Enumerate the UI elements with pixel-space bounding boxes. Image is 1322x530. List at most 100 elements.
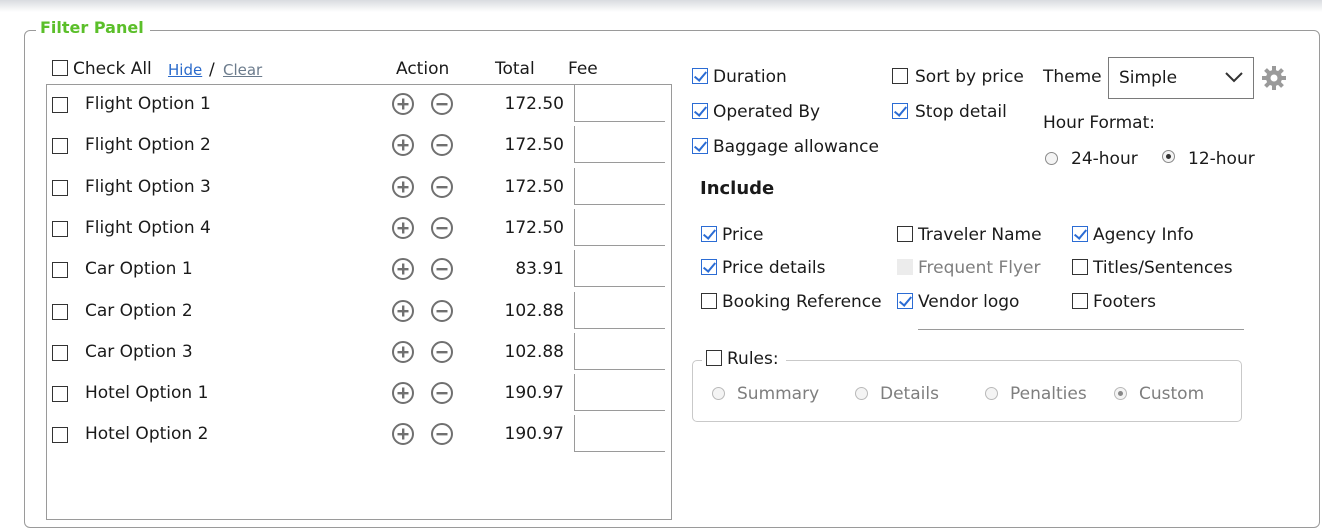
details-label: Details xyxy=(880,384,939,404)
total-value: 102.88 xyxy=(504,341,564,362)
agency-info-label: Agency Info xyxy=(1093,225,1194,245)
option-name: Hotel Option 1 xyxy=(85,383,209,404)
row-checkbox[interactable] xyxy=(52,386,68,403)
theme-select[interactable]: Simple xyxy=(1108,57,1254,99)
row-checkbox[interactable] xyxy=(52,303,68,320)
hour-12-radio[interactable] xyxy=(1162,150,1175,163)
plus-circle-icon[interactable] xyxy=(391,216,415,240)
fee-input[interactable] xyxy=(574,415,665,453)
list-item: Flight Option 2 172.50 xyxy=(47,126,671,167)
price-details-checkbox[interactable] xyxy=(701,259,717,275)
titles-sentences-checkbox[interactable] xyxy=(1072,259,1088,275)
plus-circle-icon[interactable] xyxy=(391,92,415,116)
booking-reference-checkbox[interactable] xyxy=(701,293,717,309)
stop-detail-label: Stop detail xyxy=(915,102,1007,122)
minus-circle-icon[interactable] xyxy=(430,216,454,240)
check-all-checkbox[interactable] xyxy=(52,60,68,76)
hide-link[interactable]: Hide xyxy=(168,61,202,79)
list-item: Hotel Option 2 190.97 xyxy=(47,415,671,456)
frequent-flyer-checkbox xyxy=(897,259,913,275)
minus-circle-icon[interactable] xyxy=(430,340,454,364)
minus-circle-icon[interactable] xyxy=(430,422,454,446)
titles-sentences-label: Titles/Sentences xyxy=(1093,258,1233,278)
fee-input[interactable] xyxy=(574,374,665,412)
penalties-label: Penalties xyxy=(1010,384,1087,404)
sort-by-price-label: Sort by price xyxy=(915,67,1024,87)
total-value: 190.97 xyxy=(504,424,564,445)
summary-radio[interactable] xyxy=(712,387,725,400)
total-value: 172.50 xyxy=(504,176,564,197)
minus-circle-icon[interactable] xyxy=(430,133,454,157)
clear-link[interactable]: Clear xyxy=(223,61,262,79)
traveler-name-checkbox[interactable] xyxy=(897,226,913,242)
row-checkbox[interactable] xyxy=(52,344,68,361)
custom-label: Custom xyxy=(1139,384,1205,404)
gear-icon[interactable] xyxy=(1261,65,1287,91)
penalties-radio[interactable] xyxy=(985,387,998,400)
row-checkbox[interactable] xyxy=(52,427,68,444)
duration-label: Duration xyxy=(713,67,787,87)
plus-circle-icon[interactable] xyxy=(391,340,415,364)
fee-input[interactable] xyxy=(574,250,665,288)
price-label: Price xyxy=(722,225,764,245)
row-checkbox[interactable] xyxy=(52,97,68,113)
row-checkbox[interactable] xyxy=(52,262,68,279)
row-checkbox[interactable] xyxy=(52,220,68,237)
fee-input[interactable] xyxy=(574,85,665,122)
plus-circle-icon[interactable] xyxy=(391,422,415,446)
minus-circle-icon[interactable] xyxy=(430,299,454,323)
panel-title: Filter Panel xyxy=(36,18,150,37)
total-value: 172.50 xyxy=(504,94,564,114)
baggage-checkbox[interactable] xyxy=(692,138,708,154)
window-shadow xyxy=(0,0,1322,12)
plus-circle-icon[interactable] xyxy=(391,299,415,323)
minus-circle-icon[interactable] xyxy=(430,381,454,405)
list-item: Car Option 2 102.88 xyxy=(47,291,671,333)
footers-checkbox[interactable] xyxy=(1072,293,1088,309)
list-item: Flight Option 4 172.50 xyxy=(47,208,671,250)
plus-circle-icon[interactable] xyxy=(391,133,415,157)
minus-circle-icon[interactable] xyxy=(430,175,454,199)
chevron-down-icon xyxy=(1225,72,1243,83)
fee-input[interactable] xyxy=(574,167,665,205)
operated-by-checkbox[interactable] xyxy=(692,103,708,119)
stop-detail-checkbox[interactable] xyxy=(892,103,908,119)
sort-by-price-checkbox[interactable] xyxy=(892,68,908,84)
link-separator: / xyxy=(209,60,215,80)
minus-circle-icon[interactable] xyxy=(430,92,454,116)
details-radio[interactable] xyxy=(855,387,868,400)
fee-input[interactable] xyxy=(574,208,665,246)
baggage-label: Baggage allowance xyxy=(713,137,879,157)
option-name: Flight Option 4 xyxy=(85,217,211,238)
custom-radio[interactable] xyxy=(1114,387,1127,400)
price-details-label: Price details xyxy=(722,258,826,278)
include-heading: Include xyxy=(700,178,775,199)
plus-circle-icon[interactable] xyxy=(391,381,415,405)
rules-checkbox[interactable] xyxy=(706,350,722,366)
list-item: Car Option 3 102.88 xyxy=(47,332,671,374)
agency-info-checkbox[interactable] xyxy=(1072,226,1088,242)
fee-input[interactable] xyxy=(574,332,665,370)
option-name: Car Option 2 xyxy=(85,300,193,321)
check-all-label: Check All xyxy=(73,59,152,79)
minus-circle-icon[interactable] xyxy=(430,257,454,281)
fee-input[interactable] xyxy=(574,126,665,164)
total-value: 172.50 xyxy=(504,217,564,238)
option-name: Car Option 1 xyxy=(85,259,193,280)
list-item: Hotel Option 1 190.97 xyxy=(47,374,671,415)
plus-circle-icon[interactable] xyxy=(391,175,415,199)
vendor-logo-checkbox[interactable] xyxy=(897,293,913,309)
summary-label: Summary xyxy=(737,384,820,404)
hour-24-radio[interactable] xyxy=(1045,152,1058,165)
row-checkbox[interactable] xyxy=(52,179,68,196)
row-checkbox[interactable] xyxy=(52,138,68,155)
option-name: Flight Option 3 xyxy=(85,176,211,197)
list-item: Flight Option 3 172.50 xyxy=(47,167,671,209)
duration-checkbox[interactable] xyxy=(692,68,708,84)
plus-circle-icon[interactable] xyxy=(391,257,415,281)
frequent-flyer-label: Frequent Flyer xyxy=(918,258,1041,278)
option-name: Car Option 3 xyxy=(85,341,193,362)
fee-input[interactable] xyxy=(574,291,665,329)
price-checkbox[interactable] xyxy=(701,226,717,242)
theme-label: Theme xyxy=(1043,67,1102,87)
